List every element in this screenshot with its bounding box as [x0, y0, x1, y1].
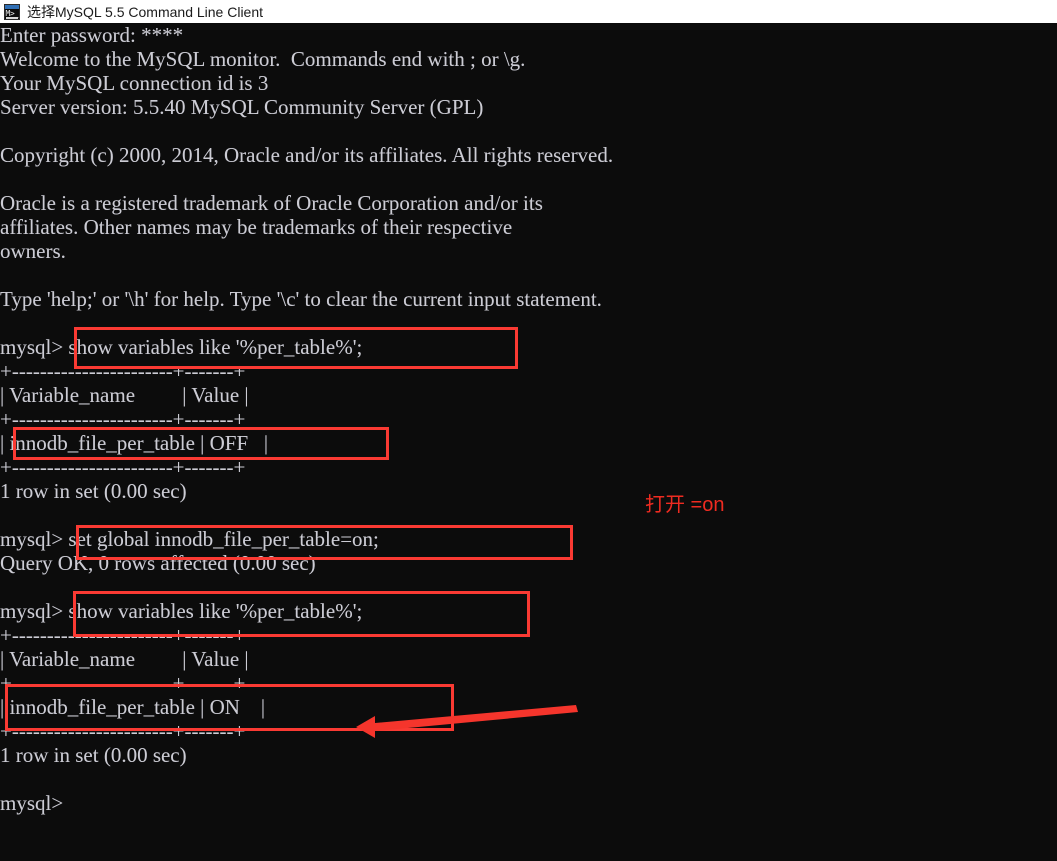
icon-base-bar — [6, 16, 18, 19]
window-title: 选择MySQL 5.5 Command Line Client — [27, 3, 264, 20]
mysql-console-icon: M>_ — [4, 3, 20, 20]
window-titlebar[interactable]: M>_ 选择MySQL 5.5 Command Line Client — [0, 0, 1057, 23]
annotation-note: 打开 =on — [645, 494, 725, 516]
console-output: Enter password: **** Welcome to the MySQ… — [0, 23, 614, 815]
console-surface[interactable]: Enter password: **** Welcome to the MySQ… — [0, 23, 1057, 861]
